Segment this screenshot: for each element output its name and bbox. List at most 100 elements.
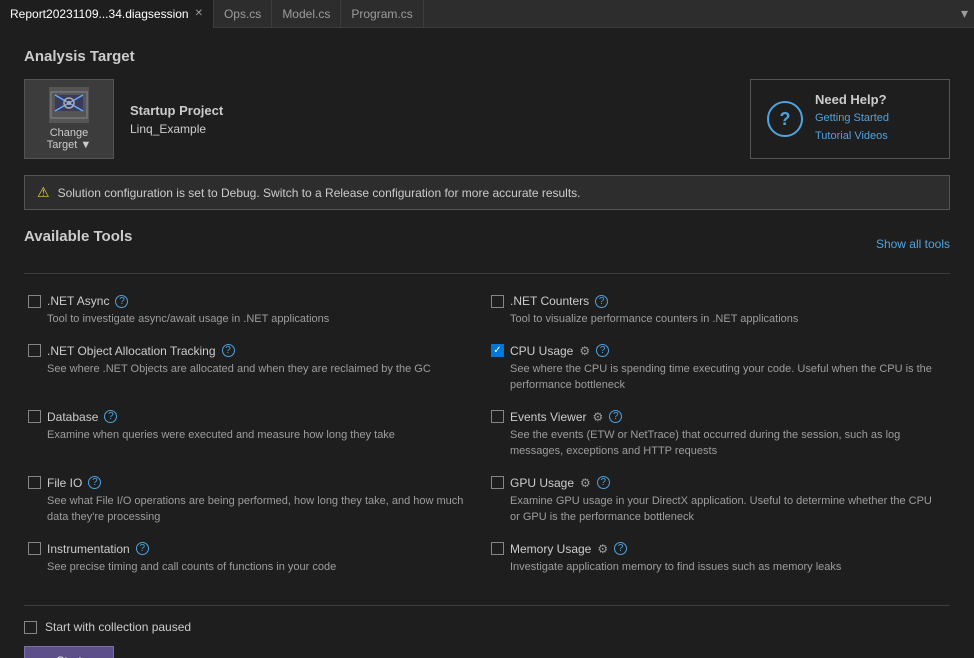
tool-checkbox-file-io[interactable] bbox=[28, 476, 41, 489]
tool-help-file-io[interactable]: ? bbox=[88, 476, 101, 489]
tool-gear-cpu-usage[interactable]: ⚙ bbox=[579, 344, 590, 358]
tool-help-events-viewer[interactable]: ? bbox=[609, 410, 622, 423]
project-name: Linq_Example bbox=[130, 122, 750, 136]
tool-item-gpu-usage: GPU Usage ⚙? Examine GPU usage in your Dir… bbox=[487, 470, 950, 536]
tool-help-dotnet-counters[interactable]: ? bbox=[595, 295, 608, 308]
tool-item-dotnet-async: .NET Async? Tool to investigate async/awa… bbox=[24, 288, 487, 338]
tool-checkbox-dotnet-async[interactable] bbox=[28, 295, 41, 308]
tool-desc-instrumentation: See precise timing and call counts of fu… bbox=[47, 559, 479, 576]
tab-program[interactable]: Program.cs bbox=[341, 0, 423, 28]
warning-text: Solution configuration is set to Debug. … bbox=[58, 186, 581, 200]
tool-desc-gpu-usage: Examine GPU usage in your DirectX applic… bbox=[510, 493, 942, 526]
help-icon: ? bbox=[767, 101, 803, 137]
available-tools-title: Available Tools bbox=[24, 228, 132, 245]
main-content: Analysis Target ChangeTarget ▼ Startup P… bbox=[0, 28, 974, 658]
warning-bar: ⚠ Solution configuration is set to Debug… bbox=[24, 175, 950, 210]
tool-help-memory-usage[interactable]: ? bbox=[614, 542, 627, 555]
target-row: ChangeTarget ▼ Startup Project Linq_Exam… bbox=[24, 79, 950, 159]
tool-name-dotnet-object-alloc: .NET Object Allocation Tracking bbox=[47, 344, 216, 358]
tab-diag[interactable]: Report20231109...34.diagsession ✕ bbox=[0, 0, 214, 28]
tool-header-database: Database? bbox=[28, 410, 479, 424]
tool-help-instrumentation[interactable]: ? bbox=[136, 542, 149, 555]
target-icon bbox=[49, 87, 89, 123]
startup-info: Startup Project Linq_Example bbox=[130, 103, 750, 136]
tool-header-dotnet-counters: .NET Counters? bbox=[491, 294, 942, 308]
startup-project-label: Startup Project bbox=[130, 103, 750, 118]
tool-gear-memory-usage[interactable]: ⚙ bbox=[597, 542, 608, 556]
help-box: ? Need Help? Getting Started Tutorial Vi… bbox=[750, 79, 950, 158]
tab-bar: Report20231109...34.diagsession ✕ Ops.cs… bbox=[0, 0, 974, 28]
tool-checkbox-instrumentation[interactable] bbox=[28, 542, 41, 555]
tab-ops-label: Ops.cs bbox=[224, 7, 261, 21]
tool-name-dotnet-counters: .NET Counters bbox=[510, 294, 589, 308]
start-paused-checkbox[interactable] bbox=[24, 621, 37, 634]
tab-ops[interactable]: Ops.cs bbox=[214, 0, 272, 28]
tool-name-cpu-usage: CPU Usage bbox=[510, 344, 573, 358]
tool-header-memory-usage: Memory Usage ⚙? bbox=[491, 542, 942, 556]
change-target-button[interactable]: ChangeTarget ▼ bbox=[24, 79, 114, 159]
getting-started-link[interactable]: Getting Started bbox=[815, 110, 889, 128]
tool-name-file-io: File IO bbox=[47, 476, 82, 490]
start-options: Start with collection paused Start bbox=[24, 620, 950, 658]
tool-header-events-viewer: Events Viewer ⚙? bbox=[491, 410, 942, 424]
tool-help-gpu-usage[interactable]: ? bbox=[597, 476, 610, 489]
tool-checkbox-cpu-usage[interactable] bbox=[491, 344, 504, 357]
change-target-label: ChangeTarget ▼ bbox=[47, 127, 92, 151]
tool-name-instrumentation: Instrumentation bbox=[47, 542, 130, 556]
tool-item-dotnet-counters: .NET Counters? Tool to visualize performa… bbox=[487, 288, 950, 338]
tool-desc-dotnet-counters: Tool to visualize performance counters i… bbox=[510, 311, 942, 328]
tab-diag-close[interactable]: ✕ bbox=[195, 8, 203, 19]
tab-program-label: Program.cs bbox=[351, 7, 412, 21]
show-all-tools-link[interactable]: Show all tools bbox=[876, 237, 950, 251]
change-target-arrow: ▼ bbox=[80, 139, 91, 151]
tool-help-database[interactable]: ? bbox=[104, 410, 117, 423]
tool-gear-gpu-usage[interactable]: ⚙ bbox=[580, 476, 591, 490]
tool-desc-memory-usage: Investigate application memory to find i… bbox=[510, 559, 942, 576]
tool-name-memory-usage: Memory Usage bbox=[510, 542, 591, 556]
tool-desc-dotnet-async: Tool to investigate async/await usage in… bbox=[47, 311, 479, 328]
tab-model[interactable]: Model.cs bbox=[272, 0, 341, 28]
tool-header-file-io: File IO? bbox=[28, 476, 479, 490]
start-button[interactable]: Start bbox=[24, 646, 114, 658]
tool-checkbox-dotnet-object-alloc[interactable] bbox=[28, 344, 41, 357]
tool-checkbox-events-viewer[interactable] bbox=[491, 410, 504, 423]
tool-checkbox-dotnet-counters[interactable] bbox=[491, 295, 504, 308]
help-title: Need Help? bbox=[815, 92, 889, 107]
tool-gear-events-viewer[interactable]: ⚙ bbox=[592, 410, 603, 424]
tool-name-events-viewer: Events Viewer bbox=[510, 410, 586, 424]
tool-checkbox-database[interactable] bbox=[28, 410, 41, 423]
tool-header-instrumentation: Instrumentation? bbox=[28, 542, 479, 556]
start-paused-label: Start with collection paused bbox=[45, 620, 191, 634]
tool-help-cpu-usage[interactable]: ? bbox=[596, 344, 609, 357]
tool-header-dotnet-object-alloc: .NET Object Allocation Tracking? bbox=[28, 344, 479, 358]
tab-diag-label: Report20231109...34.diagsession bbox=[10, 7, 189, 21]
tool-desc-database: Examine when queries were executed and m… bbox=[47, 427, 479, 444]
tools-grid: .NET Async? Tool to investigate async/awa… bbox=[24, 288, 950, 585]
analysis-target-title: Analysis Target bbox=[24, 48, 950, 65]
tool-item-events-viewer: Events Viewer ⚙? See the events (ETW or Ne… bbox=[487, 404, 950, 470]
tool-name-database: Database bbox=[47, 410, 98, 424]
tool-checkbox-memory-usage[interactable] bbox=[491, 542, 504, 555]
tool-item-cpu-usage: CPU Usage ⚙? See where the CPU is spending… bbox=[487, 338, 950, 404]
tool-checkbox-gpu-usage[interactable] bbox=[491, 476, 504, 489]
tool-desc-file-io: See what File I/O operations are being p… bbox=[47, 493, 479, 526]
tool-item-instrumentation: Instrumentation? See precise timing and c… bbox=[24, 536, 487, 586]
tool-item-database: Database? Examine when queries were execu… bbox=[24, 404, 487, 470]
tool-help-dotnet-async[interactable]: ? bbox=[115, 295, 128, 308]
bottom-divider bbox=[24, 605, 950, 606]
tool-header-gpu-usage: GPU Usage ⚙? bbox=[491, 476, 942, 490]
tab-model-label: Model.cs bbox=[282, 7, 330, 21]
tool-desc-cpu-usage: See where the CPU is spending time execu… bbox=[510, 361, 942, 394]
tools-header: Available Tools Show all tools bbox=[24, 228, 950, 259]
tool-header-dotnet-async: .NET Async? bbox=[28, 294, 479, 308]
tool-name-dotnet-async: .NET Async bbox=[47, 294, 109, 308]
tool-name-gpu-usage: GPU Usage bbox=[510, 476, 574, 490]
tab-scroll-button[interactable]: ▾ bbox=[955, 5, 974, 22]
tool-desc-dotnet-object-alloc: See where .NET Objects are allocated and… bbox=[47, 361, 479, 378]
tool-help-dotnet-object-alloc[interactable]: ? bbox=[222, 344, 235, 357]
help-text: Need Help? Getting Started Tutorial Vide… bbox=[815, 92, 889, 145]
tools-divider bbox=[24, 273, 950, 274]
tool-desc-events-viewer: See the events (ETW or NetTrace) that oc… bbox=[510, 427, 942, 460]
tutorial-videos-link[interactable]: Tutorial Videos bbox=[815, 128, 889, 146]
tool-item-memory-usage: Memory Usage ⚙? Investigate application me… bbox=[487, 536, 950, 586]
